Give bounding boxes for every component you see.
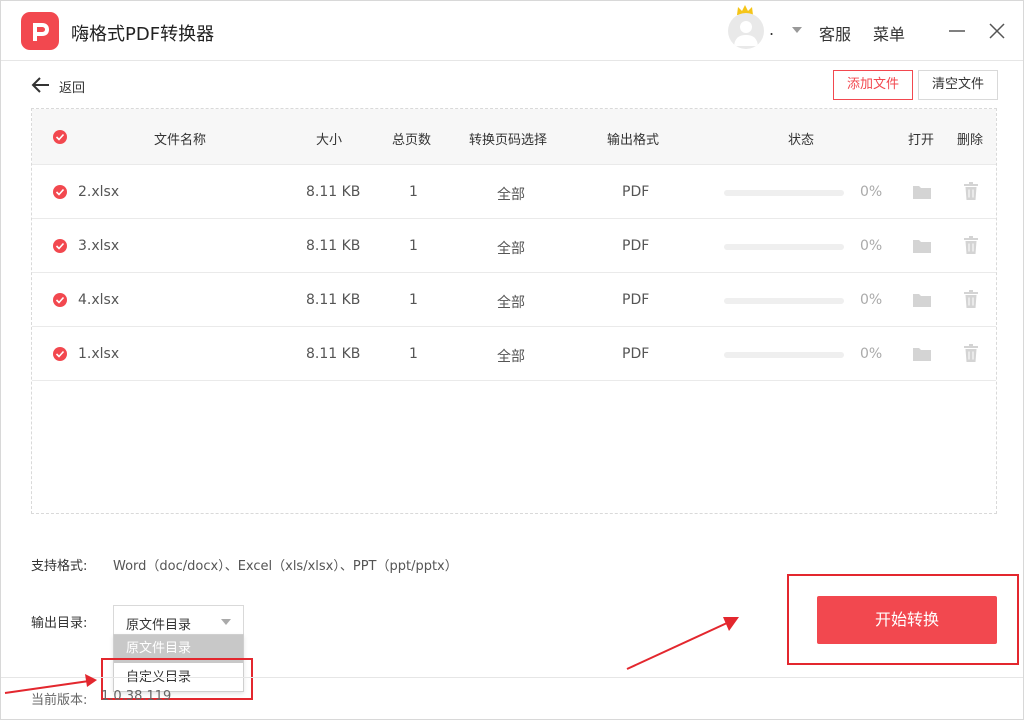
row-checkbox[interactable] <box>53 185 67 199</box>
user-dropdown-caret-icon[interactable] <box>791 25 803 35</box>
progress-percent: 0% <box>860 292 883 308</box>
minimize-icon[interactable] <box>945 19 969 43</box>
user-avatar[interactable] <box>728 13 764 49</box>
folder-icon[interactable] <box>912 291 932 309</box>
back-label: 返回 <box>59 81 86 96</box>
progress-percent: 0% <box>860 346 883 362</box>
supported-formats-label: 支持格式: <box>31 559 88 574</box>
version-value: 1.0.38.119 <box>101 689 172 704</box>
annotation-highlight-start-button <box>787 574 1019 665</box>
page-range-select[interactable]: 全部 <box>497 238 525 258</box>
output-format: PDF <box>622 238 650 254</box>
file-size: 8.11 KB <box>306 238 361 254</box>
file-table: 文件名称 大小 总页数 转换页码选择 输出格式 状态 打开 删除 2.xlsx 8… <box>31 108 997 514</box>
row-checkbox[interactable] <box>53 239 67 253</box>
page-range-select[interactable]: 全部 <box>497 292 525 312</box>
supported-formats-value: Word（doc/docx）、Excel（xls/xlsx）、PPT（ppt/p… <box>113 559 458 574</box>
output-format: PDF <box>622 292 650 308</box>
output-directory-selected-value: 原文件目录 <box>126 618 192 633</box>
title-bar: 嗨格式PDF转换器 . 客服 菜单 <box>1 1 1023 61</box>
check-icon <box>55 296 65 304</box>
page-count: 1 <box>409 292 418 308</box>
add-file-button[interactable]: 添加文件 <box>833 70 913 100</box>
column-header-name: 文件名称 <box>154 133 207 148</box>
footer-divider <box>1 677 1023 678</box>
trash-icon[interactable] <box>963 290 979 309</box>
check-icon <box>55 242 65 250</box>
folder-icon[interactable] <box>912 345 932 363</box>
check-icon <box>55 133 65 141</box>
row-checkbox[interactable] <box>53 347 67 361</box>
user-silhouette-icon <box>734 21 758 46</box>
check-icon <box>55 350 65 358</box>
page-count: 1 <box>409 184 418 200</box>
column-header-delete: 删除 <box>957 133 984 148</box>
annotation-arrow-icon <box>626 617 739 670</box>
conversion-progress-bar <box>724 352 844 358</box>
column-header-status: 状态 <box>788 133 815 148</box>
column-header-pages: 总页数 <box>392 133 432 148</box>
page-count: 1 <box>409 238 418 254</box>
app-window: 嗨格式PDF转换器 . 客服 菜单 返回 添加文件 清空文件 文件名称 大小 总… <box>0 0 1024 720</box>
close-icon[interactable] <box>985 19 1009 43</box>
menu-button[interactable]: 菜单 <box>873 21 905 45</box>
output-format: PDF <box>622 184 650 200</box>
customer-service-button[interactable]: 客服 <box>819 21 851 45</box>
trash-icon[interactable] <box>963 236 979 255</box>
clear-files-button[interactable]: 清空文件 <box>918 70 998 100</box>
output-directory-select[interactable]: 原文件目录 <box>113 605 244 637</box>
select-all-checkbox[interactable] <box>53 130 67 144</box>
progress-percent: 0% <box>860 184 883 200</box>
table-header: 文件名称 大小 总页数 转换页码选择 输出格式 状态 打开 删除 <box>32 109 996 165</box>
app-title: 嗨格式PDF转换器 <box>71 24 215 45</box>
app-logo-icon <box>21 12 59 50</box>
progress-percent: 0% <box>860 238 883 254</box>
page-count: 1 <box>409 346 418 362</box>
conversion-progress-bar <box>724 244 844 250</box>
table-row: 1.xlsx 8.11 KB 1 全部 PDF 0% <box>32 327 996 381</box>
page-range-select[interactable]: 全部 <box>497 184 525 204</box>
output-directory-label: 输出目录: <box>31 616 88 631</box>
chevron-down-icon <box>221 619 231 625</box>
username: . <box>769 20 775 39</box>
row-checkbox[interactable] <box>53 293 67 307</box>
table-row: 4.xlsx 8.11 KB 1 全部 PDF 0% <box>32 273 996 327</box>
file-name: 4.xlsx <box>78 292 120 308</box>
file-size: 8.11 KB <box>306 292 361 308</box>
arrow-left-icon <box>31 77 49 93</box>
column-header-page-select: 转换页码选择 <box>469 133 548 148</box>
check-icon <box>55 188 65 196</box>
file-name: 1.xlsx <box>78 346 120 362</box>
column-header-format: 输出格式 <box>607 133 660 148</box>
file-size: 8.11 KB <box>306 184 361 200</box>
column-header-size: 大小 <box>316 133 343 148</box>
file-name: 3.xlsx <box>78 238 120 254</box>
folder-icon[interactable] <box>912 237 932 255</box>
trash-icon[interactable] <box>963 182 979 201</box>
column-header-open: 打开 <box>908 133 935 148</box>
file-name: 2.xlsx <box>78 184 120 200</box>
annotation-arrow-icon <box>4 674 97 694</box>
conversion-progress-bar <box>724 190 844 196</box>
page-range-select[interactable]: 全部 <box>497 346 525 366</box>
conversion-progress-bar <box>724 298 844 304</box>
file-size: 8.11 KB <box>306 346 361 362</box>
output-format: PDF <box>622 346 650 362</box>
trash-icon[interactable] <box>963 344 979 363</box>
table-row: 2.xlsx 8.11 KB 1 全部 PDF 0% <box>32 165 996 219</box>
folder-icon[interactable] <box>912 183 932 201</box>
table-row: 3.xlsx 8.11 KB 1 全部 PDF 0% <box>32 219 996 273</box>
